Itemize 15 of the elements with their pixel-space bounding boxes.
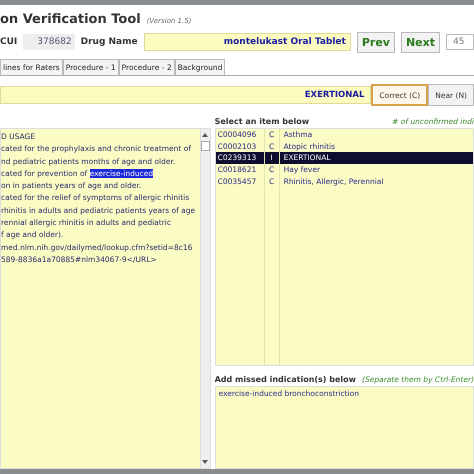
window-title: on Verification Tool — [0, 12, 141, 27]
cui-label: CUI — [0, 37, 18, 47]
missed-label: Add missed indication(s) below — [214, 374, 356, 384]
drug-name-label: Drug Name — [80, 37, 138, 47]
term-field[interactable]: EXERTIONAL — [0, 86, 372, 104]
drug-name-field[interactable]: montelukast Oral Tablet — [144, 33, 351, 51]
scroll-thumb[interactable] — [200, 141, 210, 151]
scroll-down-icon[interactable] — [201, 459, 210, 465]
select-label: Select an item below — [214, 116, 310, 126]
cui-field[interactable]: 378682 — [23, 34, 75, 50]
counter-field[interactable]: 45 — [446, 34, 474, 50]
next-button[interactable]: Next — [400, 32, 440, 52]
scroll-up-icon[interactable] — [201, 132, 210, 138]
prev-button[interactable]: Prev — [356, 32, 395, 52]
label-text-area[interactable] — [0, 128, 211, 469]
